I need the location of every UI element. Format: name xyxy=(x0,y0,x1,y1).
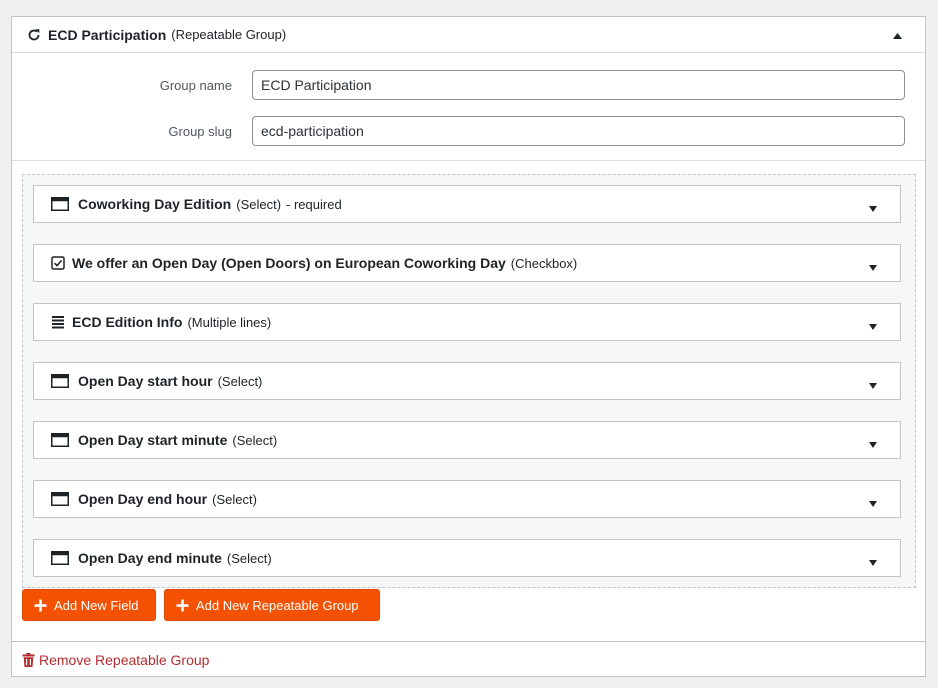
field-name: Coworking Day Edition xyxy=(78,196,232,212)
chevron-down-icon[interactable] xyxy=(868,555,878,566)
group-title: ECD Participation xyxy=(48,26,167,43)
group-settings: Group name Group slug xyxy=(12,53,925,161)
add-new-repeatable-group-button[interactable]: Add New Repeatable Group xyxy=(164,589,380,621)
field-required-label: - required xyxy=(286,196,342,212)
field-name: Open Day start minute xyxy=(78,432,228,448)
repeatable-group-panel: ECD Participation (Repeatable Group) Gro… xyxy=(11,16,926,677)
select-icon xyxy=(51,551,69,565)
checkbox-icon xyxy=(51,256,65,270)
field-item[interactable]: ECD Edition Info (Multiple lines) xyxy=(33,303,901,341)
add-new-repeatable-group-label: Add New Repeatable Group xyxy=(196,597,359,613)
field-type: (Select) xyxy=(232,432,278,448)
plus-icon xyxy=(176,599,189,612)
field-name: We offer an Open Day (Open Doors) on Eur… xyxy=(72,255,506,271)
add-new-field-button[interactable]: Add New Field xyxy=(22,589,156,621)
group-header[interactable]: ECD Participation (Repeatable Group) xyxy=(12,17,925,53)
field-item[interactable]: Coworking Day Edition (Select) - require… xyxy=(33,185,901,223)
select-icon xyxy=(51,492,69,506)
field-type: (Multiple lines) xyxy=(187,314,272,330)
select-icon xyxy=(51,374,69,388)
group-name-label: Group name xyxy=(159,77,232,93)
fields-list: Coworking Day Edition (Select) - require… xyxy=(22,174,916,588)
group-slug-input[interactable] xyxy=(252,116,905,146)
group-footer: Remove Repeatable Group xyxy=(12,641,925,677)
add-new-field-label: Add New Field xyxy=(54,597,139,613)
select-icon xyxy=(51,197,69,211)
chevron-down-icon[interactable] xyxy=(868,378,878,389)
field-type: (Select) xyxy=(226,550,272,566)
remove-repeatable-group-link[interactable]: Remove Repeatable Group xyxy=(22,652,209,668)
field-item[interactable]: Open Day end minute (Select) xyxy=(33,539,901,577)
chevron-down-icon[interactable] xyxy=(868,319,878,330)
collapse-toggle-icon[interactable] xyxy=(892,29,903,39)
select-icon xyxy=(51,433,69,447)
group-slug-row: Group slug xyxy=(12,116,925,146)
field-name: ECD Edition Info xyxy=(72,314,183,330)
field-name: Open Day start hour xyxy=(78,373,213,389)
trash-icon xyxy=(22,652,35,667)
field-type: (Select) xyxy=(212,491,257,507)
field-type: (Select) xyxy=(236,196,282,212)
group-name-input[interactable] xyxy=(252,70,905,100)
chevron-down-icon[interactable] xyxy=(868,437,878,448)
plus-icon xyxy=(34,599,47,612)
remove-repeatable-group-label: Remove Repeatable Group xyxy=(39,651,210,668)
group-type-label: (Repeatable Group) xyxy=(171,27,287,42)
field-type: (Checkbox) xyxy=(510,255,578,271)
field-name: Open Day end minute xyxy=(78,550,222,566)
chevron-down-icon[interactable] xyxy=(868,260,878,271)
textarea-icon xyxy=(51,315,65,329)
field-item[interactable]: Open Day start hour (Select) xyxy=(33,362,901,400)
field-type: (Select) xyxy=(217,373,263,389)
field-item[interactable]: Open Day end hour (Select) xyxy=(33,480,901,518)
field-name: Open Day end hour xyxy=(78,491,208,507)
group-slug-label: Group slug xyxy=(168,123,232,139)
field-item[interactable]: We offer an Open Day (Open Doors) on Eur… xyxy=(33,244,901,282)
refresh-icon xyxy=(27,28,41,42)
chevron-down-icon[interactable] xyxy=(868,201,878,212)
group-name-row: Group name xyxy=(12,70,925,100)
field-item[interactable]: Open Day start minute (Select) xyxy=(33,421,901,459)
chevron-down-icon[interactable] xyxy=(868,496,878,507)
